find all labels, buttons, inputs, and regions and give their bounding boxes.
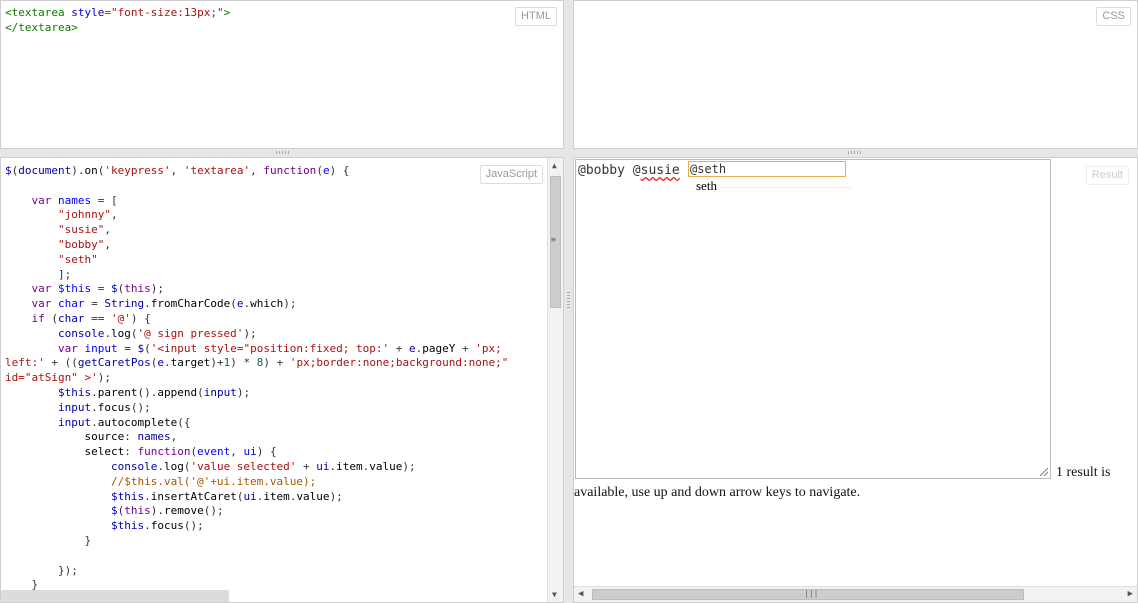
code-line: <textarea style="font-size:13px;"> <box>5 6 231 19</box>
spellcheck-word: susie <box>640 163 680 178</box>
scroll-up-arrow-icon[interactable]: ▲ <box>552 161 557 170</box>
code-line: $(document).on('keypress', 'textarea', f… <box>5 164 350 177</box>
code-line: left:' + ((getCaretPos(e.target)+1) * 8)… <box>5 356 509 370</box>
html-code-editor[interactable]: <textarea style="font-size:13px;"> </tex… <box>5 6 230 36</box>
javascript-panel-label: JavaScript <box>479 165 543 184</box>
code-line: $(this).remove(); <box>110 504 224 518</box>
result-panel-label: Result <box>1085 166 1129 185</box>
horizontal-split-handle-left[interactable] <box>276 151 290 154</box>
grip-icon: ≡ <box>551 235 556 244</box>
scroll-left-arrow-icon[interactable]: ◀ <box>578 589 583 599</box>
horizontal-split-handle-right[interactable] <box>848 151 862 154</box>
code-line: }); <box>5 563 78 577</box>
code-line: "bobby", <box>57 237 111 251</box>
code-line: var char = String.fromCharCode(e.which); <box>31 297 297 311</box>
autocomplete-live-region-line1: 1 result is <box>1056 465 1111 480</box>
result-panel[interactable]: @bobby @susie @seth seth Result 1 result… <box>573 157 1138 603</box>
code-line: "seth" <box>57 252 98 266</box>
result-textarea[interactable]: @bobby @susie @seth seth <box>575 159 1051 479</box>
code-line: $this.focus(); <box>110 519 204 533</box>
code-line: $this.parent().append(input); <box>57 385 251 399</box>
scroll-down-arrow-icon[interactable]: ▼ <box>552 590 557 599</box>
autocomplete-menu-border <box>722 187 852 189</box>
scroll-right-arrow-icon[interactable]: ▶ <box>1128 589 1133 599</box>
css-editor-panel[interactable]: CSS <box>573 0 1138 149</box>
result-horizontal-scrollbar[interactable]: ◀ ||| ▶ <box>574 586 1137 602</box>
code-line: $this.insertAtCaret(ui.item.value); <box>110 489 343 503</box>
vertical-split-handle[interactable] <box>567 292 570 308</box>
code-line: select: function(event, ui) { <box>84 445 277 459</box>
html-panel-label: HTML <box>515 7 557 26</box>
html-editor-panel[interactable]: <textarea style="font-size:13px;"> </tex… <box>0 0 564 149</box>
code-line: if (char == '@') { <box>31 311 151 325</box>
code-line: } <box>5 533 92 547</box>
code-line: "susie", <box>57 223 111 237</box>
at-sign-input[interactable]: @seth <box>688 161 846 177</box>
code-line: </textarea> <box>5 20 78 34</box>
js-horizontal-scrollbar[interactable] <box>1 590 229 602</box>
code-line: console.log('value selected' + ui.item.v… <box>110 459 416 473</box>
code-line: input.focus(); <box>57 400 151 414</box>
code-line: console.log('@ sign pressed'); <box>57 326 257 340</box>
code-line: var $this = $(this); <box>31 282 165 296</box>
autocomplete-live-region-line2: available, use up and down arrow keys to… <box>574 485 861 500</box>
code-line: ]; <box>5 267 72 281</box>
code-line: var names = [ <box>31 193 118 207</box>
code-line: id="atSign" >'); <box>5 371 111 385</box>
js-vertical-scrollbar[interactable]: ▲ ≡ ▼ <box>547 158 563 602</box>
code-line: //$this.val('@'+ui.item.value); <box>5 474 317 488</box>
textarea-content: @bobby @susie <box>578 163 680 178</box>
grip-icon: ||| <box>804 589 819 598</box>
code-line: "johnny", <box>57 208 118 222</box>
code-line: input.autocomplete({ <box>57 415 191 429</box>
css-panel-label: CSS <box>1096 7 1131 26</box>
code-line: var input = $('<input style="position:fi… <box>57 341 502 355</box>
autocomplete-suggestion[interactable]: seth <box>696 178 717 194</box>
resize-grip-icon[interactable] <box>1040 468 1048 476</box>
javascript-editor-panel[interactable]: $(document).on('keypress', 'textarea', f… <box>0 157 564 603</box>
code-line: source: names, <box>84 430 178 444</box>
js-code-editor[interactable]: $(document).on('keypress', 'textarea', f… <box>5 164 508 593</box>
